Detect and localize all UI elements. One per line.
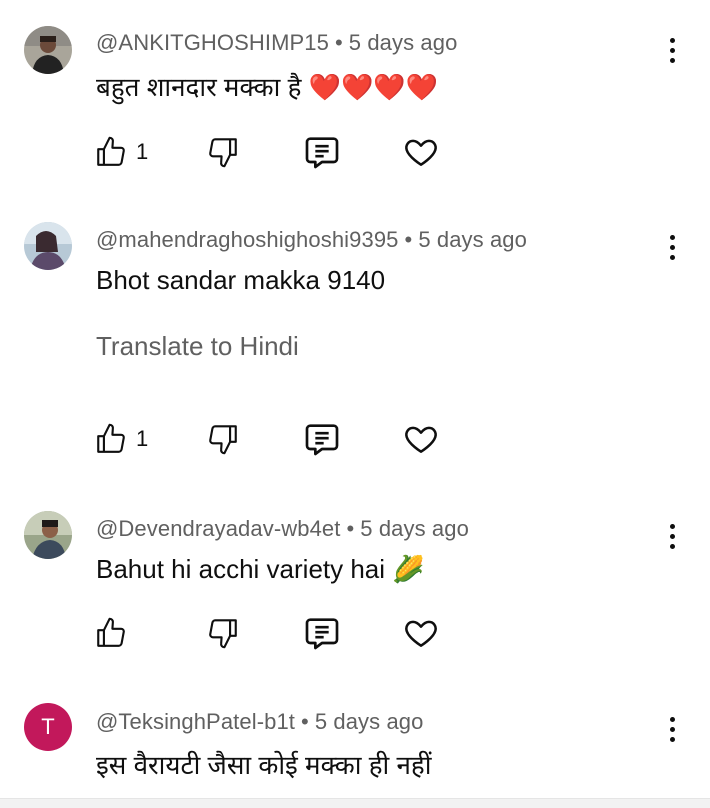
comment-meta: @mahendraghoshighoshi9395 • 5 days ago xyxy=(96,227,527,253)
more-vert-icon[interactable] xyxy=(660,518,684,554)
reply-button[interactable] xyxy=(302,613,342,653)
reply-icon xyxy=(305,424,339,456)
comment-author[interactable]: @mahendraghoshighoshi9395 xyxy=(96,227,399,252)
separator-dot: • xyxy=(346,516,355,541)
comment-meta: @Devendrayadav-wb4et • 5 days ago xyxy=(96,516,469,542)
like-button[interactable]: 1 xyxy=(94,419,148,459)
thumbs-down-icon xyxy=(209,425,237,455)
avatar[interactable] xyxy=(24,222,72,270)
user-photo-icon xyxy=(24,511,72,559)
like-count: 1 xyxy=(136,139,149,164)
comment-actions: 1 xyxy=(0,132,710,172)
comment-author[interactable]: @ANKITGHOSHIMP15 xyxy=(96,30,329,55)
comment-author[interactable]: @Devendrayadav-wb4et xyxy=(96,516,340,541)
user-photo-icon xyxy=(24,222,72,270)
dislike-button[interactable] xyxy=(206,419,240,459)
like-button[interactable] xyxy=(94,613,136,653)
avatar-letter: T xyxy=(41,714,55,739)
comment-meta: @TeksinghPatel-b1t • 5 days ago xyxy=(96,709,423,735)
thumbs-down-icon xyxy=(209,138,237,168)
comment-actions xyxy=(0,613,710,653)
thumbs-up-icon xyxy=(97,136,125,166)
dislike-button[interactable] xyxy=(206,132,240,172)
like-button[interactable]: 1 xyxy=(94,132,148,172)
heart-icon xyxy=(405,139,437,166)
comment-time: 5 days ago xyxy=(418,227,527,252)
thumbs-up-icon xyxy=(97,423,125,453)
avatar[interactable] xyxy=(24,511,72,559)
dislike-button[interactable] xyxy=(206,613,240,653)
thumbs-down-icon xyxy=(209,619,237,649)
heart-button[interactable] xyxy=(402,613,440,653)
separator-dot: • xyxy=(334,30,343,55)
more-vert-icon[interactable] xyxy=(660,32,684,68)
comment-author[interactable]: @TeksinghPatel-b1t xyxy=(96,709,295,734)
comment-text: इस वैरायटी जैसा कोई मक्का ही नहीं xyxy=(96,750,432,780)
user-photo-icon xyxy=(24,26,72,74)
heart-button[interactable] xyxy=(402,419,440,459)
heart-button[interactable] xyxy=(402,132,440,172)
reply-button[interactable] xyxy=(302,132,342,172)
more-vert-icon[interactable] xyxy=(660,229,684,265)
comment-time: 5 days ago xyxy=(360,516,469,541)
comment-text: Bahut hi acchi variety hai 🌽 xyxy=(96,554,425,584)
avatar[interactable]: T xyxy=(24,703,72,751)
separator-dot: • xyxy=(301,709,309,734)
reply-icon xyxy=(305,618,339,650)
separator-dot: • xyxy=(404,227,413,252)
more-vert-icon[interactable] xyxy=(660,711,684,747)
heart-icon xyxy=(405,426,437,453)
comment-meta: @ANKITGHOSHIMP15 • 5 days ago xyxy=(96,30,457,56)
thumbs-up-icon xyxy=(97,617,125,647)
translate-link[interactable]: Translate to Hindi xyxy=(96,331,299,362)
comment-actions: 1 xyxy=(0,419,710,459)
reply-icon xyxy=(305,137,339,169)
avatar[interactable] xyxy=(24,26,72,74)
comment-time: 5 days ago xyxy=(348,30,458,55)
like-count: 1 xyxy=(136,426,149,451)
heart-icon xyxy=(405,620,437,647)
comment-text: Bhot sandar makka 9140 xyxy=(96,265,386,295)
comment-text: बहुत शानदार मक्का है ❤️❤️❤️❤️ xyxy=(96,72,439,102)
reply-button[interactable] xyxy=(302,419,342,459)
comment-time: 5 days ago xyxy=(314,709,424,734)
